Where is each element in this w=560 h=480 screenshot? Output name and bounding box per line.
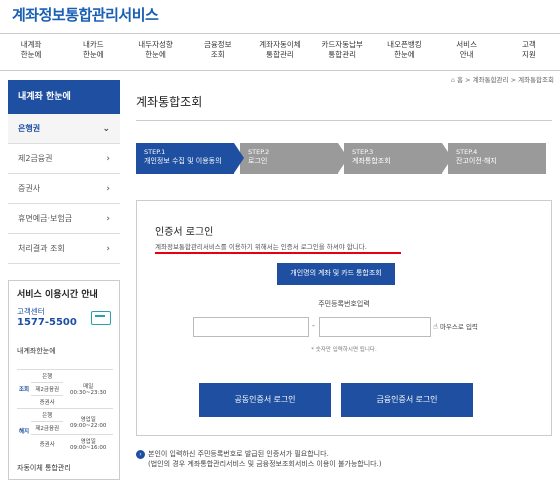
nav-item-my-cards[interactable]: 내카드 한눈에: [62, 34, 124, 70]
breadcrumb: ⌂ 홈 > 계좌통합관리 > 계좌통합조회: [450, 76, 554, 84]
table-cell: 해지: [17, 408, 31, 453]
service-subtitle: 내계좌한눈에: [17, 347, 56, 355]
chevron-right-icon: ›: [106, 244, 110, 254]
sidebar-item-label: 처리결과 조회: [18, 244, 65, 253]
nav-item-card-autopay[interactable]: 카드자동납부 통합관리: [311, 34, 373, 70]
table-cell: 은행: [31, 408, 64, 422]
sidebar-item-label: 휴면예금·보험금: [18, 214, 73, 223]
sidebar-item-label: 제2금융권: [18, 154, 53, 163]
table-cell: 영업일 09:00~22:00: [63, 408, 113, 435]
breadcrumb-current: 계좌통합조회: [518, 76, 554, 84]
mouse-input-button[interactable]: ☝ 마우스로 입력: [433, 321, 478, 331]
step-label: 개인정보 수집 및 이용동의: [144, 157, 222, 165]
cert-login-description: 계좌정보통합관리서비스를 이용하기 위해서는 인증서 로그인을 하셔야 합니다.: [155, 243, 367, 251]
breadcrumb-home[interactable]: 홈: [457, 76, 463, 84]
hand-pointer-icon: ☝: [433, 322, 438, 331]
step-number: STEP.2: [248, 148, 270, 156]
service-hours-title: 서비스 이용시간 안내: [17, 290, 98, 300]
nav-item-investment-profile[interactable]: 내두자성향 한눈에: [124, 34, 186, 70]
combined-inquiry-button[interactable]: 개인명의 계좌 및 카드 통합조회: [277, 263, 395, 285]
sidebar-item-label: 증권사: [18, 184, 41, 193]
nav-item-my-accounts[interactable]: 내계좌 한눈에: [0, 34, 62, 70]
nav-item-open-banking[interactable]: 내오픈뱅킹 한눈에: [373, 34, 435, 70]
table-cell: 은행: [31, 369, 64, 383]
rrn-back-input[interactable]: [319, 317, 431, 337]
sidebar-item-secondary-finance[interactable]: 제2금융권 ›: [8, 144, 120, 174]
rrn-front-input[interactable]: [193, 317, 309, 337]
step-label: 로그인: [248, 157, 268, 165]
step-label: 계좌통합조회: [352, 157, 391, 165]
table-cell: 제2금융권: [31, 421, 64, 435]
step-indicator: STEP.1 개인정보 수집 및 이용동의 STEP.2 로그인 STEP.3 계좌통…: [136, 143, 552, 174]
phone-card-icon: [91, 311, 111, 325]
step-number: STEP.3: [352, 148, 374, 156]
notice-line-1: 본인이 입력하신 주민등록번호로 발급된 인증서가 필요합니다.: [148, 450, 329, 458]
finance-cert-login-button[interactable]: 금융인증서 로그인: [341, 383, 473, 417]
nav-item-auto-transfer[interactable]: 계좌자동이체 통합관리: [249, 34, 311, 70]
table-row: 증권사 영업일 09:00~16:00: [17, 434, 113, 453]
step-number: STEP.1: [144, 148, 166, 156]
sidebar-item-dormant[interactable]: 휴면예금·보험금 ›: [8, 204, 120, 234]
step-3: STEP.3 계좌통합조회: [344, 143, 452, 174]
info-icon: ›: [136, 450, 145, 459]
service-subtitle-2: 자동이체 통합관리: [17, 464, 71, 472]
table-cell: 증권사: [31, 434, 64, 453]
page-title: 계좌통합조회: [136, 95, 203, 109]
notice: › 본인이 입력하신 주민등록번호로 발급된 인증서가 필요합니다. (법인의 경…: [136, 449, 382, 469]
sidebar-item-label: 은행권: [18, 124, 41, 133]
chevron-right-icon: ›: [106, 184, 110, 194]
mouse-input-label: 마우스로 입력: [439, 323, 478, 331]
cert-login-panel: 인증서 로그인 계좌정보통합관리서비스를 이용하기 위해서는 인증서 로그인을 …: [136, 200, 552, 436]
step-label: 잔고이전·해지: [456, 157, 497, 165]
nav-item-financial-info[interactable]: 금융정보 조회: [187, 34, 249, 70]
cert-login-title: 인증서 로그인: [155, 227, 214, 238]
divider: [136, 120, 552, 121]
rrn-hint: * 숫자만 입력하시면 됩니다.: [311, 347, 377, 353]
site-logo[interactable]: 계좌정보통합관리서비스: [12, 4, 159, 25]
table-cell: 조회: [17, 369, 31, 409]
chevron-down-icon: ⌄: [102, 124, 110, 134]
chevron-right-icon: ›: [106, 154, 110, 164]
table-cell: 영업일 09:00~16:00: [63, 434, 113, 453]
step-number: STEP.4: [456, 148, 478, 156]
main-nav: 내계좌 한눈에 내카드 한눈에 내두자성향 한눈에 금융정보 조회 계좌자동이체…: [0, 33, 560, 71]
nav-item-customer-support[interactable]: 고객 지원: [498, 34, 560, 70]
common-cert-login-button[interactable]: 공동인증서 로그인: [199, 383, 331, 417]
sidebar-header: 내계좌 한눈에: [8, 80, 120, 114]
sidebar-item-banks[interactable]: 은행권 ⌄: [8, 114, 120, 144]
highlight-underline: [155, 252, 401, 254]
nav-item-service-guide[interactable]: 서비스 안내: [436, 34, 498, 70]
table-cell: 매일 00:30~23:30: [63, 369, 113, 409]
table-row: 해지 은행 영업일 09:00~22:00: [17, 408, 113, 453]
service-hours-box: 서비스 이용시간 안내 고객센터 1577-5500 내계좌한눈에 조회 은행 매일…: [8, 280, 120, 480]
sidebar-item-results[interactable]: 처리결과 조회 ›: [8, 234, 120, 264]
chevron-right-icon: ›: [106, 214, 110, 224]
sidebar-item-securities[interactable]: 증권사 ›: [8, 174, 120, 204]
step-2: STEP.2 로그인: [240, 143, 348, 174]
breadcrumb-parent[interactable]: 계좌통합관리: [473, 76, 509, 84]
home-icon[interactable]: ⌂: [451, 76, 455, 84]
rrn-dash: -: [312, 321, 315, 330]
step-4: STEP.4 잔고이전·해지: [448, 143, 546, 174]
table-row: 조회 은행 매일 00:30~23:30: [17, 369, 113, 409]
sidebar: 내계좌 한눈에 은행권 ⌄ 제2금융권 › 증권사 › 휴면예금·보험금 › 처리결과 …: [8, 80, 120, 264]
notice-line-2: (법인의 경우 계좌통합관리서비스 및 금융정보조회서비스 이용이 불가능합니다…: [148, 460, 382, 468]
service-hours-table: 조회 은행 매일 00:30~23:30 제2금융권 증권사 해지 은행 영업일 09:…: [17, 369, 113, 453]
step-1: STEP.1 개인정보 수집 및 이용동의: [136, 143, 244, 174]
table-cell: 제2금융권: [31, 382, 64, 396]
rrn-label: 주민등록번호입력: [318, 300, 370, 308]
table-cell: 증권사: [31, 395, 64, 409]
